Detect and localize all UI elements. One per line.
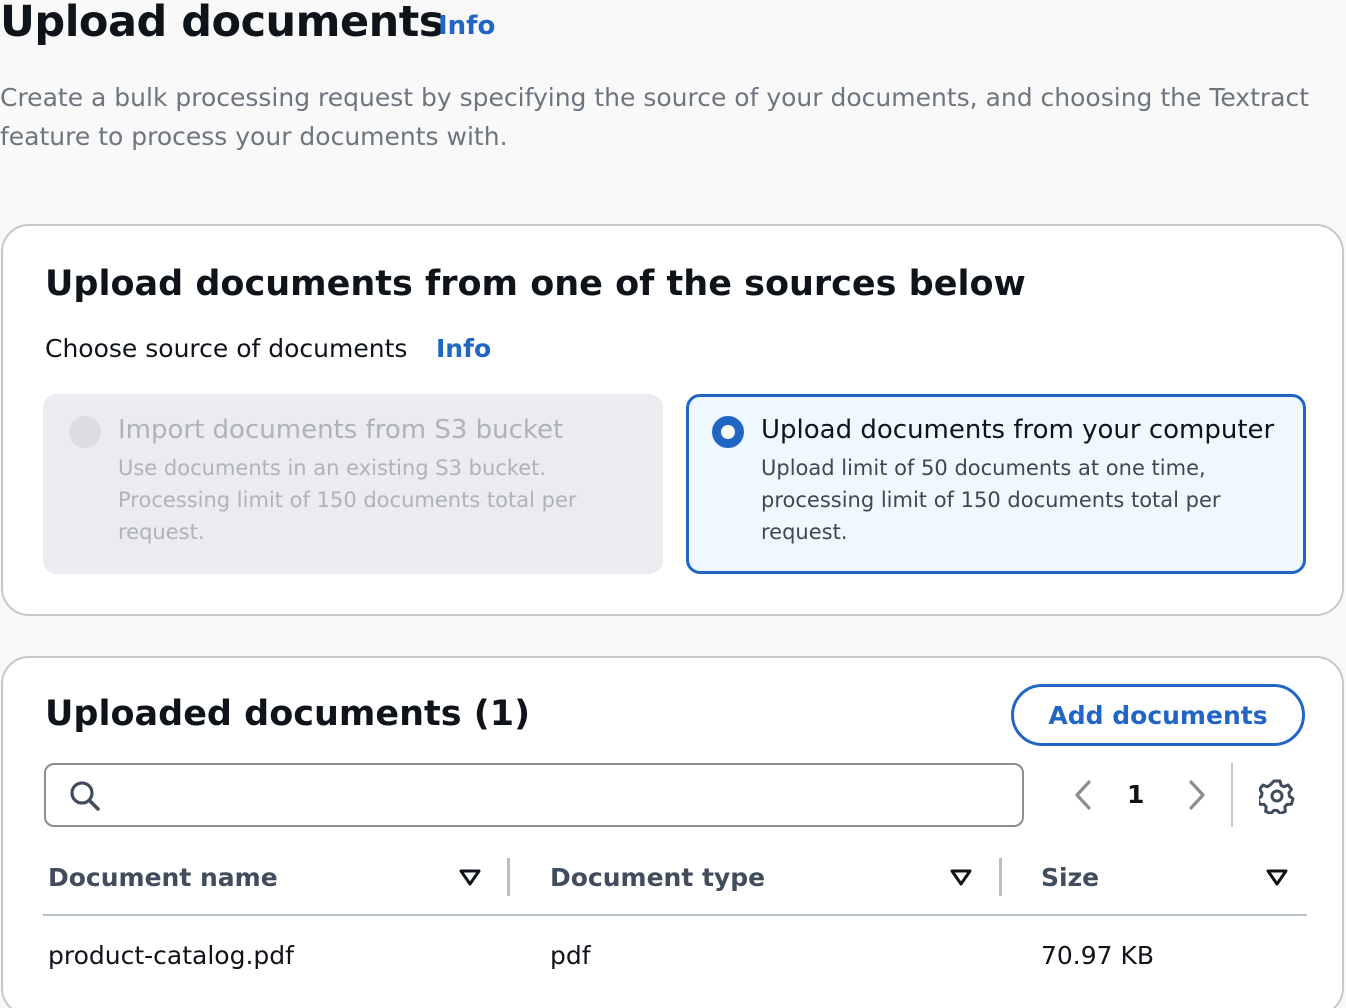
cell-document-type: pdf — [550, 941, 591, 970]
caret-down-icon[interactable] — [1265, 868, 1289, 888]
s3-option-description: Use documents in an existing S3 bucket. … — [118, 456, 577, 544]
chevron-right-icon[interactable] — [1183, 778, 1209, 812]
column-header-size[interactable]: Size — [1041, 860, 1099, 896]
search-icon — [70, 781, 100, 811]
cell-document-name: product-catalog.pdf — [48, 941, 294, 970]
table-header-divider — [43, 914, 1307, 916]
page-title: Upload documents — [0, 0, 444, 47]
upload-documents-page: Upload documents Info Create a bulk proc… — [0, 0, 1346, 1008]
column-header-document-type[interactable]: Document type — [550, 860, 765, 896]
source-option-computer[interactable]: Upload documents from your computer Uplo… — [686, 394, 1306, 574]
add-documents-button[interactable]: Add documents — [1011, 684, 1305, 746]
current-page-number[interactable]: 1 — [1127, 777, 1144, 813]
source-panel: Upload documents from one of the sources… — [1, 224, 1344, 616]
column-resizer[interactable] — [507, 858, 510, 896]
s3-radio-button — [69, 416, 101, 448]
uploaded-documents-title: Uploaded documents (1) — [45, 694, 531, 734]
search-input[interactable] — [116, 775, 1006, 815]
cell-size: 70.97 KB — [1041, 941, 1155, 970]
s3-option-title: Import documents from S3 bucket — [118, 415, 564, 445]
gear-icon[interactable] — [1259, 778, 1295, 814]
caret-down-icon[interactable] — [949, 868, 973, 888]
choose-source-info-link[interactable]: Info — [436, 332, 491, 366]
computer-option-title: Upload documents from your computer — [761, 415, 1275, 445]
page-info-link[interactable]: Info — [438, 10, 495, 42]
column-header-document-name[interactable]: Document name — [48, 860, 278, 896]
uploaded-documents-panel: Uploaded documents (1) Add documents 1 D… — [1, 656, 1344, 1008]
column-resizer[interactable] — [999, 858, 1002, 896]
chevron-left-icon[interactable] — [1071, 778, 1097, 812]
page-description: Create a bulk processing request by spec… — [0, 83, 1310, 151]
computer-option-description: Upload limit of 50 documents at one time… — [761, 456, 1221, 544]
toolbar-divider — [1231, 763, 1233, 827]
choose-source-label: Choose source of documents — [45, 334, 408, 363]
source-panel-title: Upload documents from one of the sources… — [45, 264, 1026, 304]
computer-radio-button[interactable] — [712, 416, 744, 448]
search-field[interactable] — [44, 763, 1024, 827]
caret-down-icon[interactable] — [458, 868, 482, 888]
source-option-s3: Import documents from S3 bucket Use docu… — [43, 394, 663, 574]
